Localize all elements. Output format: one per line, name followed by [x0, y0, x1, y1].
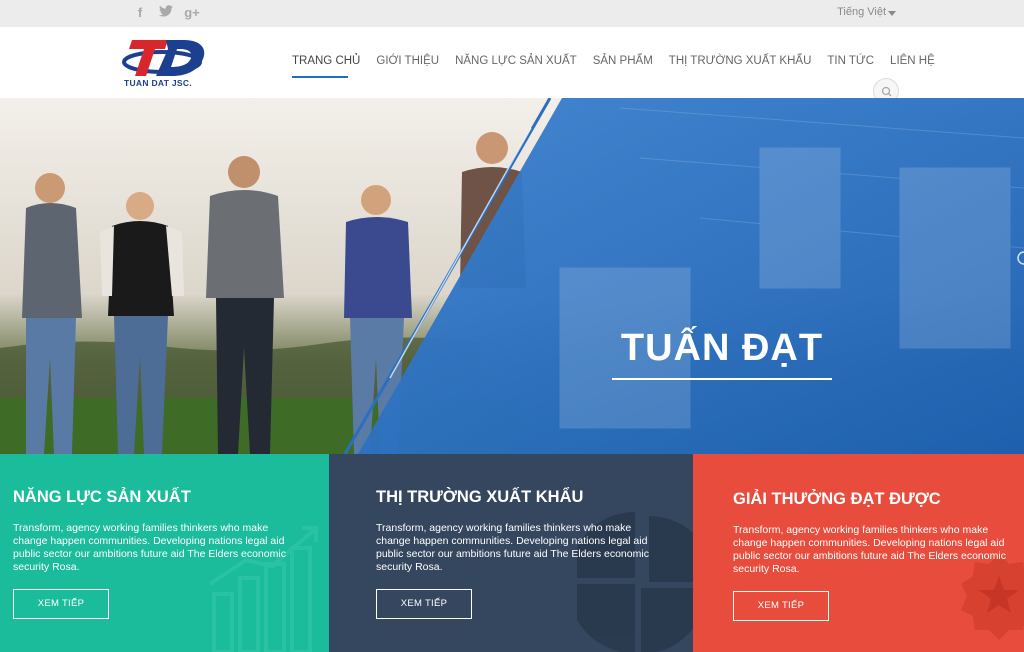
read-more-button[interactable]: XEM TIẾP	[376, 589, 472, 619]
nav-item-capacity[interactable]: NĂNG LỰC SẢN XUẤT	[447, 55, 585, 75]
nav-item-news[interactable]: TIN TỨC	[819, 55, 882, 75]
hero-title: TUẤN ĐẠT	[620, 327, 824, 369]
nav-item-products[interactable]: SẢN PHẨM	[585, 55, 661, 75]
panel-title: NĂNG LỰC SẢN XUẤT	[13, 488, 191, 506]
social-links: f g+	[130, 4, 202, 22]
hero-banner: TUẤN ĐẠT	[0, 98, 1024, 454]
read-more-button[interactable]: XEM TIẾP	[733, 591, 829, 621]
panel-title: THỊ TRƯỜNG XUẤT KHẨU	[376, 488, 584, 506]
nav-item-export-markets[interactable]: THỊ TRƯỜNG XUẤT KHẨU	[661, 55, 820, 75]
feature-panel-capacity: NĂNG LỰC SẢN XUẤT Transform, agency work…	[0, 454, 329, 652]
chevron-down-icon[interactable]	[888, 11, 896, 16]
panel-text: Transform, agency working families think…	[733, 524, 1006, 575]
read-more-button[interactable]: XEM TIẾP	[13, 589, 109, 619]
google-plus-icon[interactable]: g+	[182, 4, 202, 22]
hero-title-underline	[612, 378, 832, 380]
twitter-icon[interactable]	[156, 4, 176, 22]
nav-item-contact[interactable]: LIÊN HỆ	[882, 55, 943, 75]
main-nav: TRANG CHỦ GIỚI THIỆU NĂNG LỰC SẢN XUẤT S…	[284, 55, 943, 75]
site-header: TUAN DAT JSC. TRANG CHỦ GIỚI THIỆU NĂNG …	[0, 27, 1024, 104]
panel-text: Transform, agency working families think…	[13, 522, 286, 573]
nav-item-about[interactable]: GIỚI THIỆU	[368, 55, 447, 75]
company-name: TUAN DAT JSC.	[124, 78, 192, 88]
feature-panel-export: THỊ TRƯỜNG XUẤT KHẨU Transform, agency w…	[329, 454, 693, 652]
top-bar: f g+ Tiếng Việt	[0, 0, 1024, 27]
logo[interactable]: TUAN DAT JSC.	[122, 36, 208, 88]
panel-title: GIẢI THƯỞNG ĐẠT ĐƯỢC	[733, 490, 941, 508]
panel-text: Transform, agency working families think…	[376, 522, 649, 573]
language-selector[interactable]: Tiếng Việt	[837, 6, 886, 18]
feature-panel-awards: GIẢI THƯỞNG ĐẠT ĐƯỢC Transform, agency w…	[693, 454, 1024, 652]
active-nav-indicator	[292, 76, 348, 78]
hero-image	[0, 98, 1024, 454]
facebook-icon[interactable]: f	[130, 4, 150, 22]
logo-mark	[122, 40, 205, 76]
nav-item-home[interactable]: TRANG CHỦ	[284, 55, 368, 75]
